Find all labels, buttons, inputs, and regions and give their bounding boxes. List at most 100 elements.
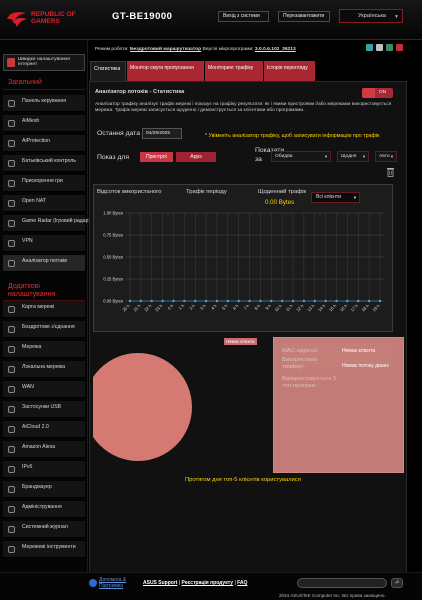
top-header: REPUBLIC OF GAMERS GT-BE19000 Вихід з си…: [0, 0, 422, 40]
usb-icon[interactable]: [376, 44, 383, 51]
x-tick-label: 5 h: [221, 303, 229, 311]
chevron-down-icon: ▼: [361, 154, 366, 159]
brand-line1: REPUBLIC OF: [31, 11, 76, 18]
sidebar-item-general-7[interactable]: VPN: [3, 235, 85, 252]
direction-select-value: Обидва: [275, 154, 293, 159]
period-select[interactable]: Щодня ▼: [337, 151, 369, 162]
chevron-down-icon: ▼: [323, 154, 328, 159]
sidebar-item-advanced-12[interactable]: Мережеві інструменти: [3, 541, 85, 558]
page-title: Аналізатор потоків - Статистика: [95, 89, 185, 95]
data-point: [378, 299, 382, 303]
footer-search-input[interactable]: [297, 578, 387, 588]
sidebar-item-general-6[interactable]: Game Radar (Ігровий радар): [3, 215, 90, 232]
sidebar-item-label: Мережа: [22, 344, 42, 350]
sidebar-item-advanced-5[interactable]: Застосунки USB: [3, 401, 85, 418]
sidebar-item-advanced-10[interactable]: Адміністрування: [3, 501, 85, 518]
pie-chart: [93, 353, 192, 461]
notification-icon[interactable]: [396, 44, 403, 51]
sidebar-item-general-0[interactable]: Панель керування: [3, 95, 85, 112]
tab-statistics[interactable]: Статистика: [90, 61, 126, 81]
x-tick-label: 16 h: [339, 303, 349, 313]
sidebar-item-label: Open NAT: [22, 198, 47, 204]
show-devices-button[interactable]: Пристрої: [140, 152, 173, 162]
reboot-button[interactable]: Перезавантажити: [278, 11, 330, 22]
data-point: [183, 299, 186, 303]
sidebar-item-advanced-9[interactable]: Брандмауер: [3, 481, 85, 498]
sidebar-item-advanced-11[interactable]: Системний журнал: [3, 521, 85, 538]
x-tick-label: 14 h: [317, 303, 327, 313]
sidebar-item-general-5[interactable]: Open NAT: [3, 195, 85, 212]
sidebar-item-advanced-0[interactable]: Карта мережі: [3, 301, 85, 318]
tab-bandwidth-monitor[interactable]: Монітор смуги пропускання: [127, 61, 204, 81]
chevron-down-icon: ▼: [352, 195, 357, 200]
data-point: [172, 299, 175, 303]
sidebar-item-label: Панель керування: [22, 98, 67, 104]
sidebar-item-advanced-7[interactable]: Amazon Alexa: [3, 441, 85, 458]
network-icon[interactable]: [366, 44, 373, 51]
faq-link[interactable]: FAQ: [237, 580, 247, 586]
fw-link[interactable]: 3.0.0.6.102_36213: [255, 47, 296, 52]
direction-select[interactable]: Обидва ▼: [271, 151, 331, 162]
x-tick-label: 15 h: [328, 303, 338, 313]
menu-icon: [8, 466, 15, 473]
sidebar-item-label: Прискорення гри: [22, 178, 63, 184]
data-point: [215, 299, 219, 303]
x-tick-label: 22 h: [143, 303, 153, 313]
top5-note: Протягом дня топ-5 клієнтів користувалис…: [185, 477, 301, 483]
data-point: [313, 299, 316, 303]
sidebar-item-advanced-3[interactable]: Локальна мережа: [3, 361, 85, 378]
sidebar-item-general-1[interactable]: AiMesh: [3, 115, 85, 132]
language-select[interactable]: Українська ▼: [339, 9, 403, 23]
mode-link[interactable]: Бездротовий маршрутизатор: [130, 47, 201, 52]
x-tick-label: 6 h: [232, 303, 240, 311]
tab-traffic-monitor[interactable]: Моніторинг трафіку: [205, 61, 263, 81]
menu-icon: [8, 306, 15, 313]
chevron-down-icon: ▼: [394, 14, 399, 20]
x-tick-label: 4 h: [210, 303, 218, 311]
x-tick-label: 2 h: [188, 303, 196, 311]
sidebar-item-general-4[interactable]: Прискорення гри: [3, 175, 85, 192]
used-value: Немає потоку даних: [342, 363, 389, 369]
section-general-title: Загальний: [8, 79, 42, 86]
brand-line2: GAMERS: [31, 18, 60, 26]
top5-label: Використовується 5 топ-програм :: [282, 376, 337, 389]
logout-button[interactable]: Вихід з системи: [218, 11, 269, 22]
enable-toggle[interactable]: ON: [362, 88, 393, 98]
data-point: [270, 299, 273, 303]
sidebar-item-qis[interactable]: Швидке налаштування Інтернет: [3, 54, 85, 71]
sidebar-item-general-2[interactable]: AiProtection: [3, 135, 85, 152]
show-apps-button[interactable]: Apps: [176, 152, 216, 162]
sidebar-item-advanced-2[interactable]: Мережа: [3, 341, 85, 358]
data-point: [291, 299, 295, 303]
register-link[interactable]: Реєстрація продукту: [182, 580, 234, 586]
sidebar-item-label: Системний журнал: [22, 524, 68, 530]
menu-icon: [8, 240, 15, 247]
menu-icon: [8, 160, 15, 167]
sidebar-item-advanced-1[interactable]: Бездротове з'єднання: [3, 321, 85, 338]
support-link[interactable]: ASUS Support: [143, 580, 177, 586]
tab-web-history[interactable]: Історія перегляду: [264, 61, 315, 81]
sidebar-item-advanced-6[interactable]: AiCloud 2.0: [3, 421, 85, 438]
mac-value: Немає клієнта: [342, 348, 376, 354]
date-note: * Увімкніть аналізатор трафіку, щоб запи…: [205, 133, 380, 139]
menu-icon: [8, 326, 15, 333]
date-input[interactable]: [142, 128, 182, 139]
sidebar-item-general-3[interactable]: Батьківський контроль: [3, 155, 85, 172]
wifi-icon[interactable]: [386, 44, 393, 51]
trash-icon[interactable]: [386, 167, 395, 177]
client-select-value: Всі клієнти: [316, 194, 342, 200]
menu-icon: [8, 546, 15, 553]
client-select[interactable]: Всі клієнти ▼: [311, 192, 360, 203]
sidebar-item-advanced-8[interactable]: IPv6: [3, 461, 85, 478]
sidebar-item-advanced-4[interactable]: WAN: [3, 381, 85, 398]
sidebar-item-label: Amazon Alexa: [22, 444, 56, 450]
x-tick-label: 1 h: [177, 303, 185, 311]
unit-select[interactable]: Авто ▼: [375, 151, 397, 162]
sidebar-item-general-8[interactable]: Аналізатор потоків: [3, 255, 85, 272]
search-icon[interactable]: ⏎: [391, 578, 403, 588]
sidebar-item-label: AiCloud 2.0: [22, 424, 49, 430]
y-tick-label: 0.50 Bytes: [103, 255, 123, 260]
data-point: [259, 299, 262, 303]
unit-select-value: Авто: [379, 154, 390, 159]
data-point: [248, 299, 251, 303]
